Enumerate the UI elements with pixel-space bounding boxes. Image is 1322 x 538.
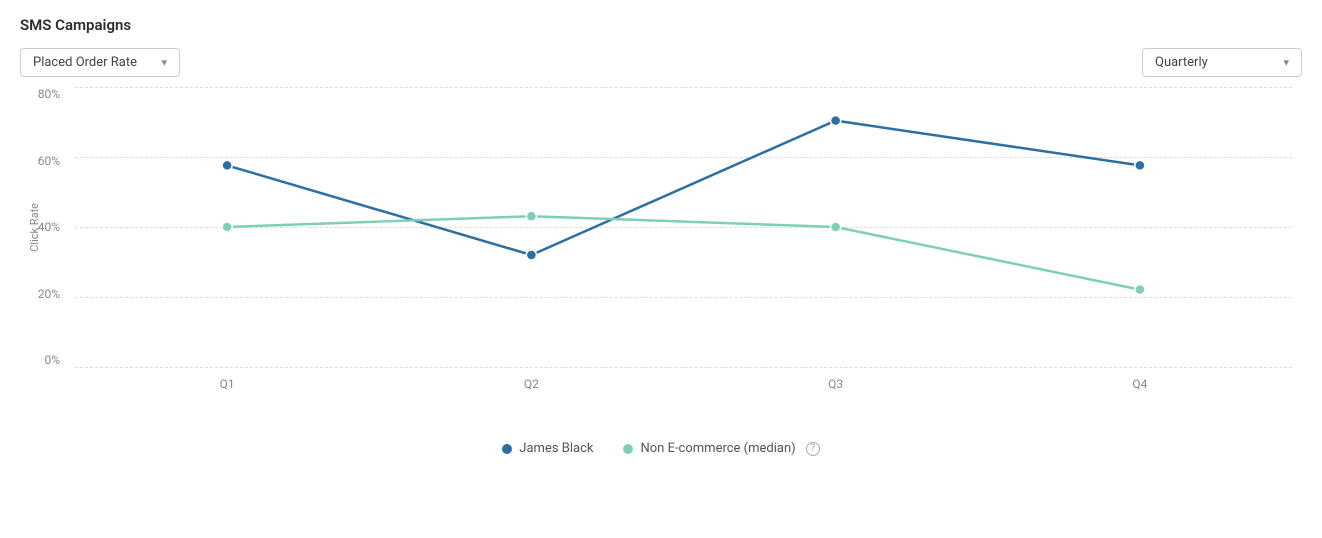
y-tick-80: 80% xyxy=(20,87,60,101)
period-dropdown-label: Quarterly xyxy=(1155,55,1208,70)
period-dropdown[interactable]: Quarterly ▾ xyxy=(1142,48,1302,77)
x-tick-q4: Q4 xyxy=(1132,377,1147,391)
y-tick-20: 20% xyxy=(20,287,60,301)
help-icon[interactable]: ? xyxy=(806,442,820,456)
dot-s1-q4 xyxy=(1135,160,1145,170)
y-tick-40: 40% xyxy=(20,220,60,234)
x-tick-q2: Q2 xyxy=(524,377,539,391)
x-tick-q1: Q1 xyxy=(220,377,235,391)
legend-dot-series2 xyxy=(623,444,633,454)
period-dropdown-chevron: ▾ xyxy=(1283,56,1289,69)
legend-label-series2: Non E-commerce (median) xyxy=(640,441,795,456)
legend: James Black Non E-commerce (median) ? xyxy=(20,441,1302,456)
dot-s2-q4 xyxy=(1135,285,1145,295)
dot-s2-q2 xyxy=(526,211,536,221)
y-tick-0: 0% xyxy=(20,353,60,367)
dot-s1-q2 xyxy=(526,250,536,260)
y-tick-60: 60% xyxy=(20,154,60,168)
dot-s2-q3 xyxy=(831,222,841,232)
chart-svg xyxy=(75,87,1292,367)
y-axis-labels: 80% 60% 40% 20% 0% xyxy=(20,87,60,367)
chart-area: Click Rate 80% 60% 40% 20% 0% xyxy=(20,87,1302,427)
metric-dropdown-label: Placed Order Rate xyxy=(33,55,137,70)
page-title: SMS Campaigns xyxy=(20,16,1302,34)
controls-row: Placed Order Rate ▾ Quarterly ▾ xyxy=(20,48,1302,77)
dot-s1-q3 xyxy=(831,116,841,126)
metric-dropdown[interactable]: Placed Order Rate ▾ xyxy=(20,48,180,77)
legend-dot-series1 xyxy=(502,444,512,454)
dot-s1-q1 xyxy=(222,160,232,170)
x-axis: Q1 Q2 Q3 Q4 xyxy=(75,367,1292,391)
x-tick-q3: Q3 xyxy=(828,377,843,391)
chart-inner xyxy=(75,87,1292,367)
page-container: SMS Campaigns Placed Order Rate ▾ Quarte… xyxy=(0,0,1322,538)
legend-label-series1: James Black xyxy=(519,441,593,456)
dot-s2-q1 xyxy=(222,222,232,232)
metric-dropdown-chevron: ▾ xyxy=(161,56,167,69)
legend-item-series2: Non E-commerce (median) ? xyxy=(623,441,819,456)
legend-item-series1: James Black xyxy=(502,441,593,456)
